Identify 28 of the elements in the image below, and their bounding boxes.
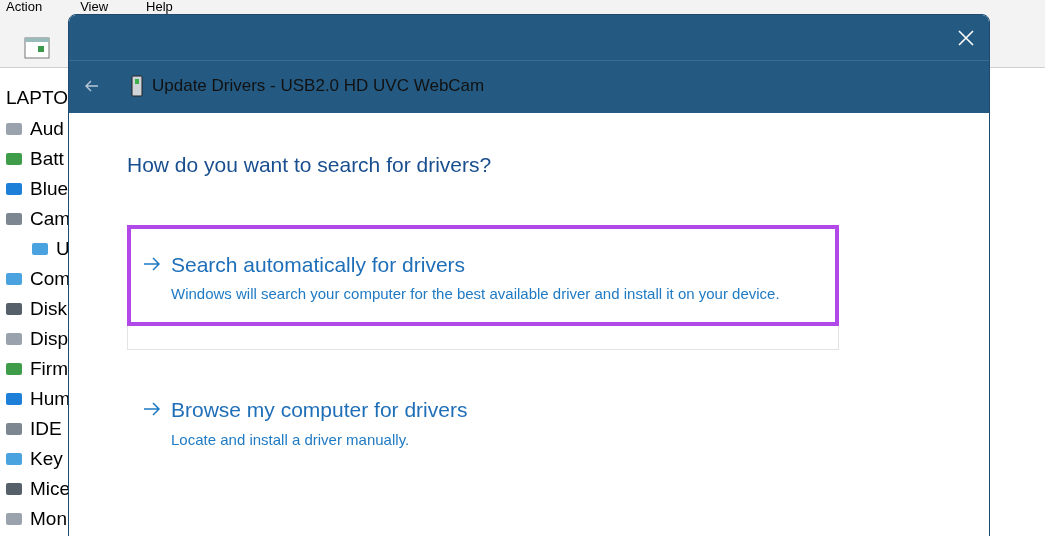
tree-item[interactable]: Batt bbox=[30, 144, 64, 174]
dialog-heading: How do you want to search for drivers? bbox=[127, 152, 493, 178]
close-icon[interactable] bbox=[957, 28, 975, 47]
tree-item[interactable]: Blue bbox=[30, 174, 69, 204]
driver-option[interactable]: Search automatically for drivers Windows will search your computer for the best available driver and install it on your device. bbox=[127, 224, 839, 350]
menu-item[interactable]: View bbox=[80, 0, 109, 14]
tree-item[interactable]: Key bbox=[30, 444, 63, 474]
tree-item[interactable]: IDE bbox=[30, 414, 62, 444]
properties-icon[interactable] bbox=[24, 36, 50, 59]
webcam-device-icon bbox=[131, 75, 143, 97]
menu-item[interactable]: Action bbox=[6, 0, 43, 14]
driver-option[interactable]: Browse my computer for drivers Locate and install a driver manually. bbox=[127, 370, 839, 472]
option-title: Search automatically for drivers bbox=[171, 251, 467, 278]
option-description: Locate and install a driver manually. bbox=[171, 429, 411, 450]
tree-item[interactable]: Aud bbox=[30, 114, 64, 144]
menu-item[interactable]: Help bbox=[146, 0, 173, 14]
option-title: Browse my computer for drivers bbox=[171, 397, 468, 423]
tree-item[interactable]: Mice bbox=[30, 474, 71, 504]
tree-item[interactable]: Disk bbox=[30, 294, 67, 324]
arrow-icon bbox=[143, 402, 161, 416]
tree-item[interactable]: U bbox=[56, 234, 70, 264]
tree-item[interactable]: Disp bbox=[30, 324, 68, 354]
arrow-icon bbox=[143, 256, 161, 271]
tree-item[interactable]: Mon bbox=[30, 504, 67, 534]
back-arrow-icon[interactable] bbox=[85, 80, 99, 92]
option-description: Windows will search your computer for the best available driver and install it on your device. bbox=[171, 284, 780, 304]
dialog-title: Update Drivers - USB2.0 HD UVC WebCam bbox=[152, 75, 485, 98]
tree-item[interactable]: Firm bbox=[30, 354, 68, 384]
